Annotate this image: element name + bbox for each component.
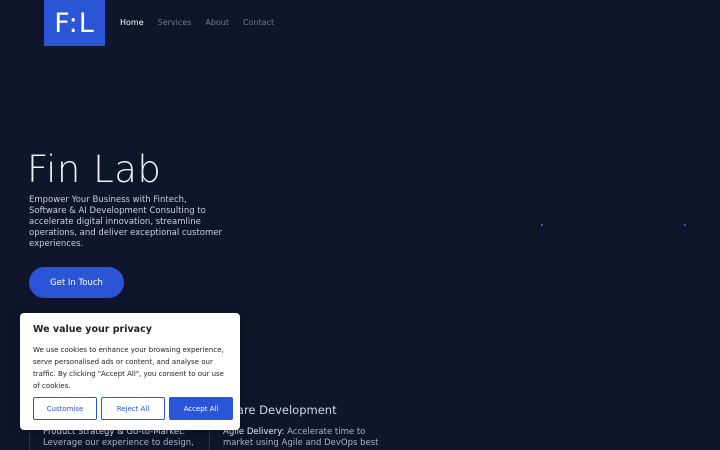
- hero-title: Fin Lab: [27, 148, 162, 191]
- hero-description: Empower Your Business with Fintech, Soft…: [29, 195, 222, 249]
- logo[interactable]: F:L: [44, 0, 105, 46]
- service-item-right: Agile Delivery: Accelerate time to marke…: [223, 427, 393, 449]
- service-item-left: Product Strategy & Go-to-Market: Leverage…: [43, 427, 203, 449]
- service-heading: tware Development: [223, 403, 337, 417]
- decorative-dot: [541, 224, 543, 226]
- service-item-text: Leverage our experience to design,: [43, 438, 194, 448]
- nav-services[interactable]: Services: [158, 18, 192, 27]
- decorative-dot: [684, 224, 686, 226]
- main-nav: Home Services About Contact: [120, 18, 288, 27]
- cookie-buttons: Customise Reject All Accept All: [33, 397, 233, 420]
- get-in-touch-button[interactable]: Get In Touch: [29, 267, 124, 298]
- nav-contact[interactable]: Contact: [243, 18, 274, 27]
- nav-about[interactable]: About: [205, 18, 229, 27]
- cookie-text: We use cookies to enhance your browsing …: [33, 346, 224, 390]
- cookie-title: We value your privacy: [33, 324, 152, 335]
- reject-all-button[interactable]: Reject All: [101, 397, 165, 420]
- cookie-consent-banner: We value your privacy We use cookies to …: [20, 313, 240, 430]
- accept-all-button[interactable]: Accept All: [169, 397, 233, 420]
- nav-home[interactable]: Home: [120, 18, 144, 27]
- customise-button[interactable]: Customise: [33, 397, 97, 420]
